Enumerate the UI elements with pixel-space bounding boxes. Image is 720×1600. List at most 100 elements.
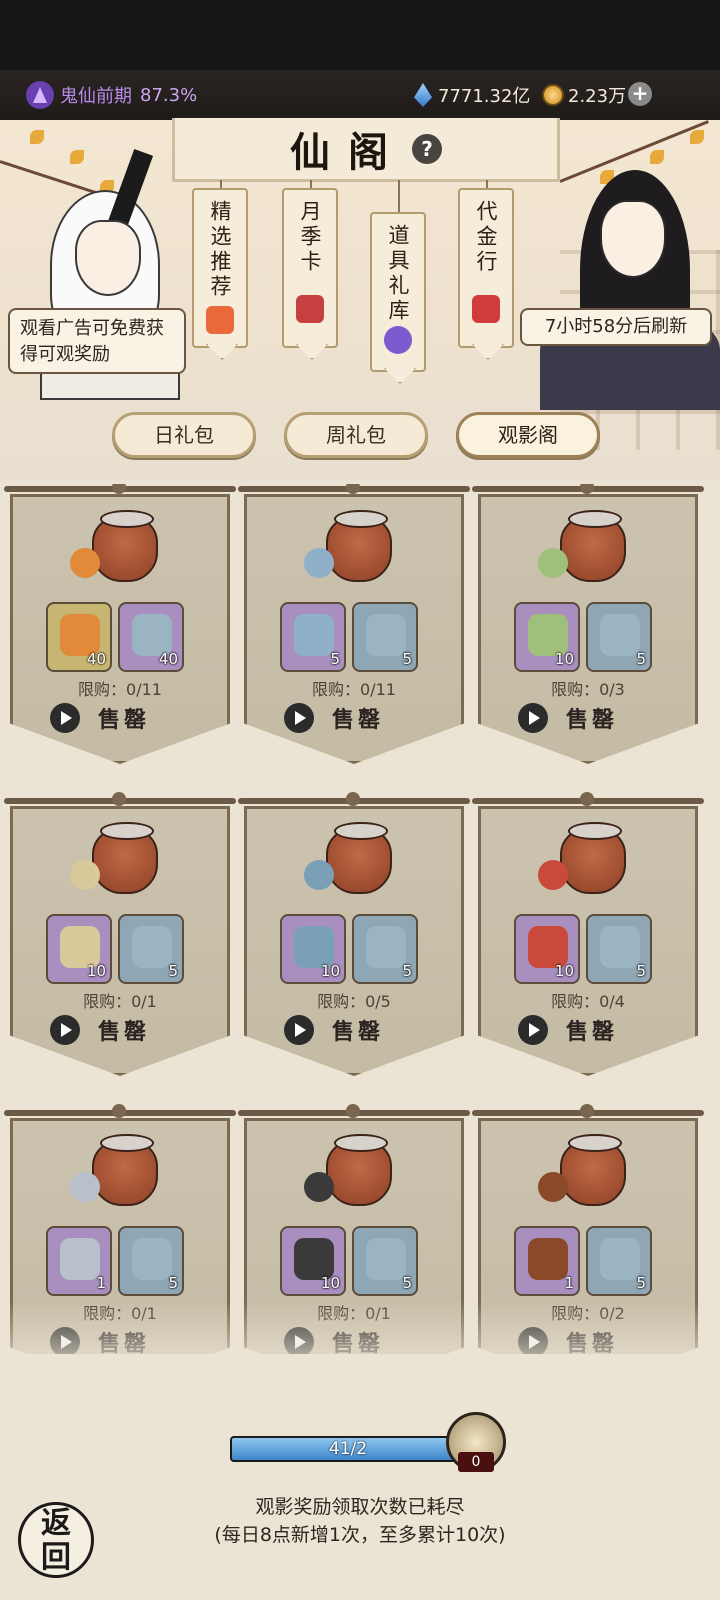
sold-out-label: 售罄 [332, 708, 385, 733]
watch-ad-button[interactable]: 售罄 [50, 702, 150, 734]
reward-item-slot[interactable]: 5 [586, 602, 652, 672]
reward-item-slot[interactable]: 5 [352, 1226, 418, 1296]
gold-coin-icon [542, 84, 564, 106]
play-icon [284, 703, 314, 733]
reward-item-slot[interactable]: 10 [514, 914, 580, 984]
card-hanging-knob [346, 792, 360, 806]
pack-bag-icon [560, 1134, 626, 1206]
spirit-stone-amount: 7771.32亿 [438, 86, 531, 107]
realm-name: 鬼仙前期 [60, 86, 132, 107]
pack-item-preview-icon [538, 860, 568, 890]
pack-item-preview-icon [304, 1172, 334, 1202]
reward-item-slot[interactable]: 5 [586, 914, 652, 984]
back-label-top: 返 [41, 1506, 71, 1541]
reward-item-count: 10 [320, 1274, 340, 1292]
reward-item-slot[interactable]: 5 [352, 914, 418, 984]
product-card[interactable]: 10 5 限购：0/5 售罄 [238, 792, 470, 1096]
card-hanging-knob [112, 1104, 126, 1118]
bottom-fade [0, 1300, 720, 1380]
sold-out-label: 售罄 [566, 708, 619, 733]
reward-item-slot[interactable]: 40 [46, 602, 112, 672]
reward-item-slot[interactable]: 5 [352, 602, 418, 672]
watch-ad-button[interactable]: 售罄 [284, 702, 384, 734]
banner-monthly-card[interactable]: 月季卡 [282, 188, 338, 348]
npc-left-face [75, 220, 141, 296]
sold-out-label: 售罄 [566, 1020, 619, 1045]
reward-item-slot[interactable]: 5 [118, 914, 184, 984]
play-icon [518, 1015, 548, 1045]
watch-ad-button[interactable]: 售罄 [518, 702, 618, 734]
pack-bag-icon [326, 510, 392, 582]
reward-item-icon [366, 1238, 406, 1280]
pack-item-preview-icon [304, 548, 334, 578]
product-card[interactable]: 5 5 限购：0/11 售罄 [238, 484, 470, 784]
reward-item-count: 5 [636, 650, 646, 668]
pouch-icon [384, 326, 412, 354]
sold-out-label: 售罄 [332, 1020, 385, 1045]
reward-item-count: 5 [330, 650, 340, 668]
product-card[interactable]: 10 5 限购：0/1 售罄 [4, 792, 236, 1096]
ad-progress-text: 41/2 [328, 1439, 368, 1459]
ad-progress-bar: 41/2 [230, 1436, 466, 1462]
gold-amount: 2.23万 [568, 86, 627, 107]
banner-voucher[interactable]: 代金行 [458, 188, 514, 348]
watch-ad-button[interactable]: 售罄 [50, 1014, 150, 1046]
product-card[interactable]: 10 5 限购：0/4 售罄 [472, 792, 704, 1096]
play-icon [50, 1015, 80, 1045]
pack-item-preview-icon [538, 548, 568, 578]
realm-indicator[interactable]: 鬼仙前期 87.3% [26, 81, 197, 109]
speech-bubble-left: 观看广告可免费获得可观奖励 [8, 308, 186, 374]
reward-item-slot[interactable]: 10 [280, 914, 346, 984]
title-plaque: 仙阁 ? [172, 118, 560, 182]
card-hanging-knob [580, 1104, 594, 1118]
reward-item-count: 1 [96, 1274, 106, 1292]
card-hanging-knob [580, 484, 594, 494]
speech-bubble-right: 7小时58分后刷新 [520, 308, 712, 346]
reward-item-slot[interactable]: 5 [586, 1226, 652, 1296]
watch-ad-button[interactable]: 售罄 [518, 1014, 618, 1046]
back-label-bottom: 回 [41, 1540, 71, 1575]
reward-item-slot[interactable]: 1 [514, 1226, 580, 1296]
reward-item-slot[interactable]: 10 [46, 914, 112, 984]
card-hanging-knob [580, 792, 594, 806]
tab-ad-watch[interactable]: 观影阁 [456, 412, 600, 458]
reward-item-slot[interactable]: 1 [46, 1226, 112, 1296]
reward-item-slot[interactable]: 10 [514, 602, 580, 672]
reward-item-count: 10 [320, 962, 340, 980]
realm-progress: 87.3% [140, 84, 198, 106]
purchase-limit: 限购：0/5 [317, 992, 391, 1011]
card-hanging-knob [346, 1104, 360, 1118]
reward-item-icon [366, 926, 406, 968]
reward-item-slot[interactable]: 40 [118, 602, 184, 672]
reward-item-slot[interactable]: 5 [280, 602, 346, 672]
reward-item-count: 40 [86, 650, 106, 668]
watch-ad-button[interactable]: 售罄 [284, 1014, 384, 1046]
purchase-limit: 限购：0/11 [312, 680, 396, 699]
banner-featured-label: 精选推荐 [208, 200, 232, 300]
plus-icon[interactable]: + [628, 82, 652, 106]
reward-count-badge: 0 [458, 1452, 494, 1472]
pack-item-preview-icon [304, 860, 334, 890]
reward-item-slot[interactable]: 10 [280, 1226, 346, 1296]
banner-item-store[interactable]: 道具礼库 [370, 212, 426, 372]
banner-monthly-card-label: 月季卡 [298, 200, 322, 275]
tab-weekly-pack[interactable]: 周礼包 [284, 412, 428, 458]
product-card[interactable]: 10 5 限购：0/3 售罄 [472, 484, 704, 784]
tab-daily-pack[interactable]: 日礼包 [112, 412, 256, 458]
sold-out-label: 售罄 [98, 708, 151, 733]
reward-item-slot[interactable]: 5 [118, 1226, 184, 1296]
back-button[interactable]: 返 回 [18, 1502, 94, 1578]
reward-item-icon [600, 1238, 640, 1280]
banner-featured[interactable]: 精选推荐 [192, 188, 248, 348]
product-card[interactable]: 40 40 限购：0/11 售罄 [4, 484, 236, 784]
ad-refresh-note: (每日8点新增1次，至多累计10次) [214, 1524, 506, 1546]
question-icon[interactable]: ? [412, 133, 442, 164]
npc-right-character [540, 120, 720, 410]
card-hanging-knob [112, 484, 126, 494]
pack-bag-icon [326, 1134, 392, 1206]
spirit-stone-counter: 7771.32亿 [414, 82, 530, 108]
pack-bag-icon [560, 822, 626, 894]
purchase-limit: 限购：0/4 [551, 992, 625, 1011]
card-hanging-knob [112, 792, 126, 806]
refresh-timer: 7小时58分后刷新 [544, 316, 688, 337]
